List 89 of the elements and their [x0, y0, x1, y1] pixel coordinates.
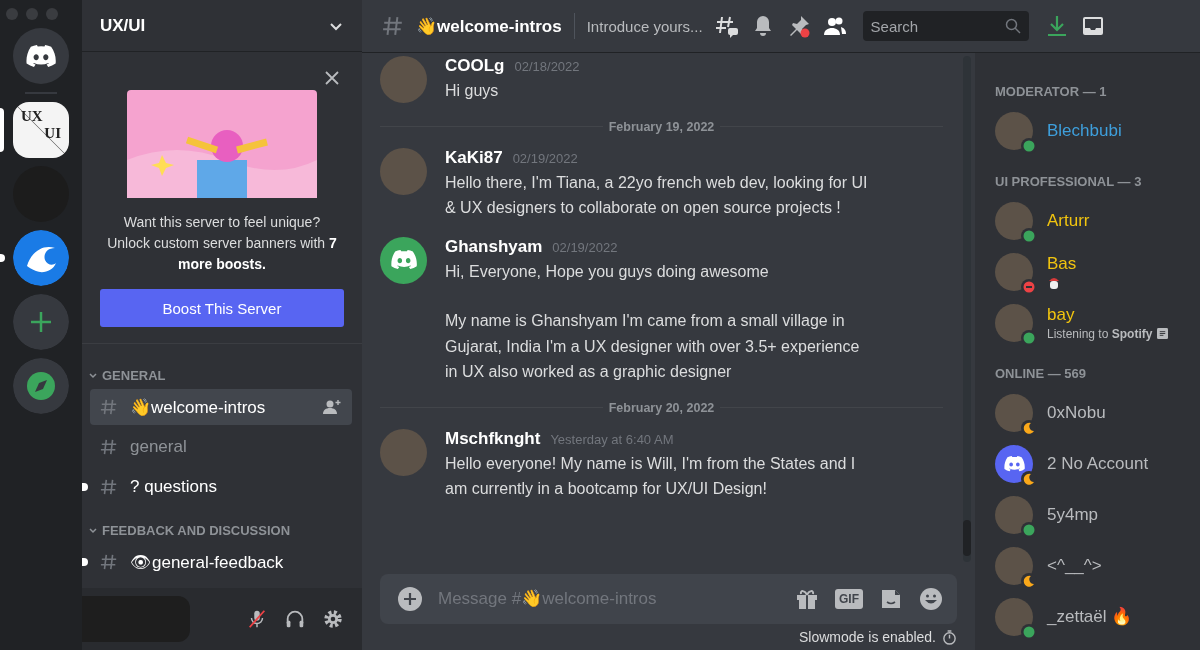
message-text: Hello everyone! My name is Will, I'm from the States and I am currently in a bootcamp for UX/UI Design! — [445, 453, 857, 499]
member-name[interactable]: bay — [1047, 304, 1169, 325]
discord-logo-icon — [390, 250, 417, 270]
wave-server-icon[interactable] — [13, 230, 69, 286]
gif-button[interactable]: GIF — [835, 589, 863, 609]
member-group-title: MODERATOR — 1 — [995, 84, 1108, 99]
category-title: FEEDBACK AND DISCUSSION — [102, 523, 291, 538]
close-icon[interactable] — [324, 70, 340, 86]
avatar-photo-placeholder[interactable] — [995, 495, 1033, 534]
message-text: My name is Ghanshyam I'm came from a small village in Gujarat, India I'm a UX designer with over 3.5+ experience in UX also worked as a graphic designer — [445, 311, 861, 382]
search-field[interactable]: Search — [862, 11, 1029, 41]
boost-description: Want this server to feel unique? Unlock custom server banners with 7 more boosts. — [106, 213, 338, 274]
channel-title: 👋welcome-intros — [416, 15, 562, 37]
search-icon[interactable] — [1004, 18, 1021, 34]
channel-name: 👋welcome-intros — [130, 396, 267, 418]
channel-name: general — [130, 437, 188, 457]
caret-icon — [88, 525, 98, 536]
hash-icon — [100, 438, 118, 456]
timestamp: 02/19/2022 — [552, 239, 618, 255]
avatar-photo-placeholder[interactable] — [995, 546, 1033, 585]
scrollbar[interactable] — [963, 56, 971, 562]
avatar-photo-placeholder[interactable] — [995, 111, 1033, 150]
hash-icon — [100, 553, 118, 571]
gift-icon[interactable] — [795, 587, 819, 611]
slowmode-notice: Slowmode is enabled. — [799, 629, 936, 645]
add-server-icon[interactable] — [13, 294, 69, 350]
search-input[interactable]: Search — [870, 17, 1005, 35]
message-text: Hi, Everyone, Hope you guys doing awesome — [445, 261, 770, 282]
timestamp: 02/18/2022 — [514, 59, 580, 74]
rich-presence-icon — [1157, 328, 1169, 339]
author-name[interactable]: KaKi87 — [445, 147, 503, 168]
hash-icon — [382, 15, 404, 37]
member-name[interactable]: Arturr — [1047, 210, 1090, 231]
channel-item[interactable]: 👋welcome-intros — [90, 389, 352, 425]
author-name[interactable]: COOLg — [445, 56, 505, 76]
headphones-icon[interactable] — [284, 608, 306, 630]
message-text: Hello there, I'm Tiana, a 22yo french web dev, looking for UI & UX designers to collaborate on open source projects ! — [445, 172, 869, 218]
channel-item[interactable]: general — [90, 429, 352, 465]
invite-icon[interactable] — [322, 399, 342, 415]
server-name: UX/UI — [100, 15, 146, 36]
timestamp: 02/19/2022 — [512, 150, 578, 166]
channel-item[interactable]: ? questions — [90, 469, 352, 505]
hash-icon — [100, 398, 118, 416]
category-header[interactable]: FEEDBACK AND DISCUSSION — [82, 519, 362, 542]
home-button[interactable] — [13, 28, 69, 84]
avatar-photo-placeholder[interactable] — [995, 393, 1033, 432]
member-name[interactable]: 2 No Account — [1047, 453, 1149, 474]
member-name[interactable]: 0xNobu — [1047, 402, 1106, 423]
microphone-icon[interactable] — [246, 608, 268, 630]
avatar-photo-placeholder[interactable] — [995, 303, 1033, 342]
author-name[interactable]: Mschfknght — [445, 428, 541, 449]
threads-icon[interactable] — [714, 14, 739, 38]
sticker-icon[interactable] — [879, 587, 903, 611]
date-divider: February 19, 2022 — [608, 119, 715, 134]
channel-name: 👁general-feedback — [130, 551, 285, 573]
member-name[interactable]: _zettaël 🔥 — [1047, 606, 1133, 627]
member-activity: Listening to Spotify — [1047, 326, 1153, 341]
channel-item[interactable]: 👁general-feedback — [90, 544, 352, 580]
category-title: GENERAL — [102, 368, 166, 383]
avatar[interactable] — [380, 236, 427, 284]
avatar[interactable] — [995, 444, 1033, 483]
inbox-icon[interactable] — [1080, 14, 1105, 38]
category-header[interactable]: GENERAL — [82, 364, 362, 387]
channel-topic[interactable]: Introduce yours... — [586, 17, 703, 35]
boost-button[interactable]: Boost This Server — [100, 289, 344, 327]
timestamp: Yesterday at 6:40 AM — [550, 431, 674, 447]
avatar-photo-placeholder[interactable] — [995, 252, 1033, 291]
member-name[interactable]: Blechbubi — [1047, 120, 1122, 141]
date-divider: February 20, 2022 — [608, 400, 715, 415]
emoji-icon[interactable] — [919, 587, 943, 611]
member-name[interactable]: <^__^> — [1047, 555, 1102, 576]
timer-icon — [942, 629, 957, 645]
settings-icon[interactable] — [322, 608, 344, 630]
compass-icon[interactable] — [13, 358, 69, 414]
avatar-photo-placeholder[interactable] — [995, 201, 1033, 240]
add-icon[interactable] — [398, 587, 422, 611]
channel-name: ? questions — [130, 477, 218, 497]
discord-logo-icon — [1003, 455, 1025, 472]
member-group-title: ONLINE — 569 — [995, 366, 1088, 381]
member-group-title: UI PROFESSIONAL — 3 — [995, 174, 1143, 189]
member-name[interactable]: Bas — [1047, 253, 1077, 274]
member-name[interactable]: 5y4mp — [1047, 504, 1099, 525]
avatar-photo-placeholder[interactable] — [995, 597, 1033, 636]
discord-logo-icon — [26, 44, 56, 68]
message-text: Hi guys — [445, 81, 500, 101]
author-name[interactable]: Ghanshyam — [445, 236, 543, 257]
server-icon[interactable]: UX UI — [13, 102, 69, 158]
caret-icon — [88, 370, 98, 381]
hash-icon — [100, 478, 118, 496]
